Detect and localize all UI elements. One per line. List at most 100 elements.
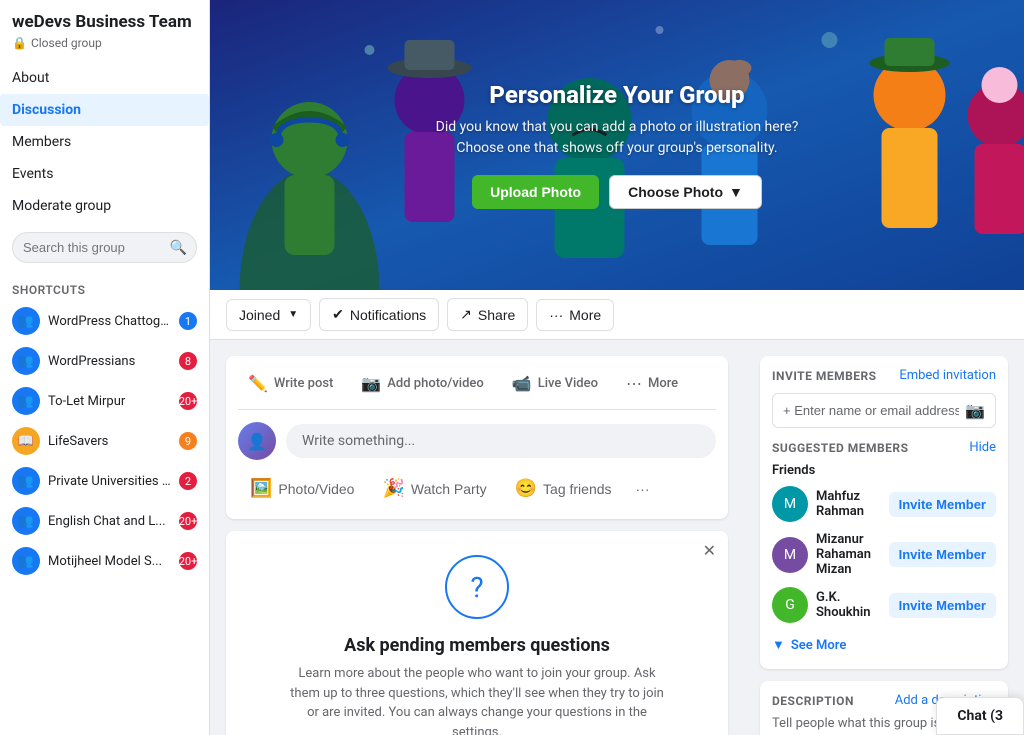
share-icon: ↗ — [460, 306, 472, 323]
more-tab[interactable]: ⋯ More — [616, 368, 688, 399]
sidebar-item-discussion[interactable]: Discussion — [0, 94, 209, 126]
more-tab-icon: ⋯ — [626, 374, 642, 393]
shortcut-motijheel[interactable]: 👥 Motijheel Model S... 20+ — [0, 541, 209, 581]
photo-video-icon: 🖼️ — [250, 478, 272, 499]
shortcut-name: Private Universities (... — [48, 474, 171, 489]
right-panel: INVITE MEMBERS Embed invitation 📷 SUGGES… — [744, 340, 1024, 735]
member-row: M Mahfuz Rahman Invite Member — [772, 486, 996, 522]
shortcut-name: WordPressians — [48, 354, 171, 369]
shortcut-avatar: 👥 — [12, 547, 40, 575]
live-video-tab[interactable]: 📹 Live Video — [502, 368, 608, 399]
shortcut-avatar: 👥 — [12, 347, 40, 375]
shortcut-wordpressians[interactable]: 👥 WordPressians 8 — [0, 341, 209, 381]
sidebar-item-events[interactable]: Events — [0, 158, 209, 190]
shortcut-avatar: 👥 — [12, 467, 40, 495]
camera-icon: 📷 — [965, 401, 985, 420]
chevron-down-icon: ▼ — [729, 184, 743, 200]
post-box: ✏️ Write post 📷 Add photo/video 📹 Live V… — [226, 356, 728, 519]
cover-description: Did you know that you can add a photo or… — [427, 117, 807, 159]
cover-background: Personalize Your Group Did you know that… — [210, 0, 1024, 290]
sidebar-item-about[interactable]: About — [0, 62, 209, 94]
main-content: Personalize Your Group Did you know that… — [210, 0, 1024, 735]
shortcut-avatar: 📖 — [12, 427, 40, 455]
shortcuts-label: Shortcuts — [0, 273, 209, 301]
sidebar-item-moderate[interactable]: Moderate group — [0, 190, 209, 222]
action-bar: Joined ▼ ✔ Notifications ↗ Share ··· Mor… — [210, 290, 1024, 340]
embed-invitation-link[interactable]: Embed invitation — [899, 368, 996, 383]
live-icon: 📹 — [512, 374, 532, 393]
photo-video-button[interactable]: 🖼️ Photo/Video — [238, 470, 366, 507]
shortcut-name: To-Let Mirpur — [48, 394, 171, 409]
invite-input[interactable] — [783, 403, 959, 418]
shortcut-name: WordPress Chattogr... — [48, 314, 171, 329]
feed: ✏️ Write post 📷 Add photo/video 📹 Live V… — [210, 340, 744, 735]
shortcut-badge: 9 — [179, 432, 197, 450]
description-title: DESCRIPTION — [772, 694, 854, 708]
chevron-down-icon: ▼ — [772, 637, 785, 653]
search-icon: 🔍 — [170, 240, 187, 256]
post-input-row: 👤 Write something... — [238, 422, 716, 460]
shortcut-english-chat[interactable]: 👥 English Chat and L... 20+ — [0, 501, 209, 541]
shortcut-badge: 2 — [179, 472, 197, 490]
shortcut-private-universities[interactable]: 👥 Private Universities (... 2 — [0, 461, 209, 501]
shortcut-name: English Chat and L... — [48, 514, 171, 529]
content-area: ✏️ Write post 📷 Add photo/video 📹 Live V… — [210, 340, 1024, 735]
invite-title: INVITE MEMBERS — [772, 369, 877, 383]
write-post-tab[interactable]: ✏️ Write post — [238, 368, 343, 399]
shortcut-to-let-mirpur[interactable]: 👥 To-Let Mirpur 20+ — [0, 381, 209, 421]
cover-title: Personalize Your Group — [489, 81, 744, 109]
upload-photo-button[interactable]: Upload Photo — [472, 175, 599, 209]
invite-input-row: 📷 — [772, 393, 996, 428]
lock-icon: 🔒 — [12, 36, 27, 50]
group-type: 🔒 Closed group — [12, 36, 197, 50]
member-avatar: M — [772, 537, 808, 573]
post-actions: 🖼️ Photo/Video 🎉 Watch Party 😊 Tag frien… — [238, 470, 716, 507]
member-avatar: M — [772, 486, 808, 522]
search-container: 🔍 — [12, 232, 197, 263]
member-name: G.K. Shoukhin — [816, 590, 881, 620]
close-button[interactable]: ✕ — [703, 541, 716, 561]
shortcut-wordpress-chatgr[interactable]: 👥 WordPress Chattogr... 1 — [0, 301, 209, 341]
shortcut-badge: 20+ — [179, 512, 197, 530]
post-more-button[interactable]: ··· — [628, 470, 658, 507]
see-more-row[interactable]: ▼ See More — [772, 633, 996, 657]
add-photo-tab[interactable]: 📷 Add photo/video — [351, 368, 493, 399]
cover-buttons: Upload Photo Choose Photo ▼ — [472, 175, 762, 209]
more-button[interactable]: ··· More — [536, 299, 614, 331]
pending-description: Learn more about the people who want to … — [287, 664, 667, 735]
shortcut-badge: 20+ — [179, 552, 197, 570]
shortcut-lifesavers[interactable]: 📖 LifeSavers 9 — [0, 421, 209, 461]
shortcut-name: Motijheel Model S... — [48, 554, 171, 569]
member-name: Mahfuz Rahman — [816, 489, 881, 519]
chat-button[interactable]: Chat (3 — [936, 697, 1024, 735]
invite-member-button[interactable]: Invite Member — [889, 593, 996, 618]
hide-link[interactable]: Hide — [969, 440, 996, 455]
joined-button[interactable]: Joined ▼ — [226, 299, 311, 331]
shortcut-badge: 8 — [179, 352, 197, 370]
shortcut-avatar: 👥 — [12, 387, 40, 415]
chevron-down-icon: ▼ — [288, 309, 298, 320]
watch-party-button[interactable]: 🎉 Watch Party — [370, 470, 498, 507]
post-input[interactable]: Write something... — [286, 424, 716, 458]
sidebar-header: weDevs Business Team 🔒 Closed group — [0, 0, 209, 54]
invite-member-button[interactable]: Invite Member — [889, 542, 996, 567]
suggested-header: SUGGESTED MEMBERS Hide — [772, 440, 996, 455]
more-dots-icon: ··· — [549, 307, 563, 323]
invite-header: INVITE MEMBERS Embed invitation — [772, 368, 996, 383]
tag-friends-button[interactable]: 😊 Tag friends — [503, 470, 624, 507]
check-icon: ✔ — [332, 306, 344, 323]
cover-area: Personalize Your Group Did you know that… — [210, 0, 1024, 290]
tag-friends-icon: 😊 — [515, 478, 537, 499]
shortcut-name: LifeSavers — [48, 434, 171, 449]
choose-photo-button[interactable]: Choose Photo ▼ — [609, 175, 762, 209]
write-icon: ✏️ — [248, 374, 268, 393]
sidebar-nav: About Discussion Members Events Moderate… — [0, 62, 209, 222]
invite-member-button[interactable]: Invite Member — [889, 492, 996, 517]
user-avatar: 👤 — [238, 422, 276, 460]
dots-icon: ··· — [636, 481, 650, 497]
sidebar-item-members[interactable]: Members — [0, 126, 209, 158]
member-name: Mizanur Rahaman Mizan — [816, 532, 881, 577]
notifications-button[interactable]: ✔ Notifications — [319, 298, 439, 331]
sidebar: weDevs Business Team 🔒 Closed group Abou… — [0, 0, 210, 735]
share-button[interactable]: ↗ Share — [447, 298, 528, 331]
